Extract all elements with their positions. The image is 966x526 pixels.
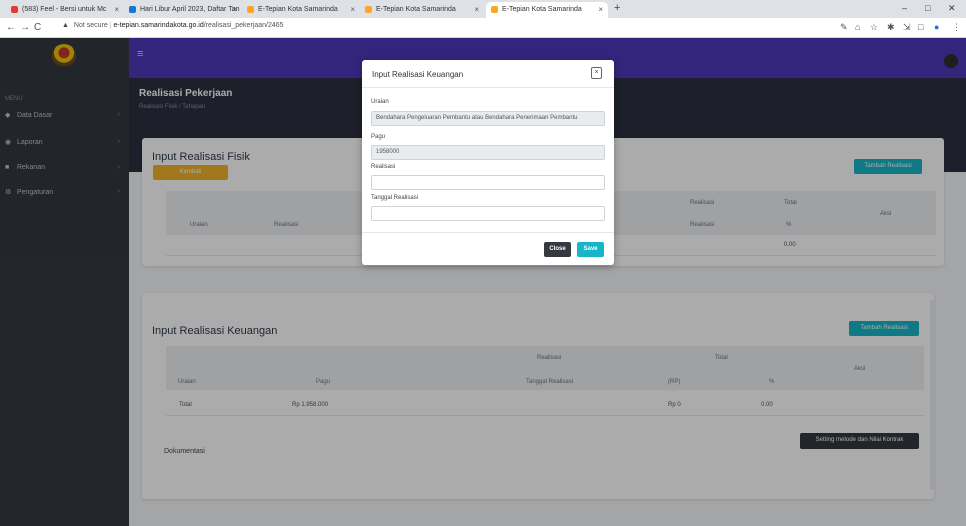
media-icon[interactable]: ⇲ [903, 22, 911, 33]
forward-icon[interactable]: → [20, 22, 30, 33]
profile-icon[interactable]: ● [934, 22, 939, 32]
tab-label: Hari Libur April 2023, Daftar Tan [140, 6, 240, 13]
back-icon[interactable]: ← [6, 22, 16, 33]
tab-label: E-Tepian Kota Samarinda [502, 6, 582, 13]
etepian-favicon-icon [247, 6, 254, 13]
realisasi-input[interactable] [371, 175, 605, 190]
split-view-icon[interactable]: □ [918, 22, 923, 32]
tab-close-icon[interactable]: × [474, 5, 479, 14]
save-button[interactable]: Save [577, 242, 604, 257]
extension-icon[interactable]: ✱ [887, 22, 895, 33]
tab-close-icon[interactable]: × [232, 5, 237, 14]
browser-tab[interactable]: E-Tepian Kota Samarinda × [242, 2, 360, 18]
modal-title: Input Realisasi Keuangan [372, 70, 464, 79]
url-host: e-tepian.samarindakota.go.id [113, 22, 204, 29]
youtube-favicon-icon [11, 6, 18, 13]
modal-header-divider [362, 87, 614, 88]
maximize-icon[interactable]: □ [925, 3, 930, 13]
realisasi-label: Realisasi [371, 164, 396, 170]
warning-icon: ▲ [62, 22, 69, 29]
new-tab-icon[interactable]: + [614, 2, 620, 14]
bookmark-star-icon[interactable]: ☆ [870, 22, 878, 33]
uraian-field[interactable]: Bendahara Pengeluaran Pembantu atau Bend… [371, 111, 605, 126]
url-field[interactable]: ▲ Not secure | e-tepian.samarindakota.go… [62, 22, 284, 29]
browser-tab-active[interactable]: E-Tepian Kota Samarinda × [486, 2, 608, 18]
input-realisasi-keuangan-modal: Input Realisasi Keuangan × Uraian Bendah… [362, 60, 614, 265]
pagu-label: Pagu [371, 134, 386, 140]
address-bar: ← → C ▲ Not secure | e-tepian.samarindak… [0, 18, 966, 38]
modal-close-icon[interactable]: × [591, 67, 602, 79]
tab-label: E-Tepian Kota Samarinda [258, 6, 338, 13]
tab-close-icon[interactable]: × [350, 5, 355, 14]
tanggal-realisasi-label: Tanggal Realisasi [371, 195, 419, 201]
more-menu-icon[interactable]: ⋮ [952, 22, 961, 33]
site-favicon-icon [129, 6, 136, 13]
etepian-favicon-icon [491, 6, 498, 13]
browser-tab[interactable]: (583) Feel - Bersi untuk Mc × [6, 2, 124, 18]
edit-icon[interactable]: ✎ [840, 22, 848, 33]
tab-label: E-Tepian Kota Samarinda [376, 6, 456, 13]
url-path: /realisasi_pekerjaan/2465 [203, 22, 284, 29]
uraian-label: Uraian [371, 99, 389, 105]
tanggal-realisasi-input[interactable] [371, 206, 605, 221]
home-icon[interactable]: ⌂ [855, 22, 860, 32]
window-close-icon[interactable]: ✕ [948, 3, 956, 14]
etepian-favicon-icon [365, 6, 372, 13]
security-label: Not secure [73, 22, 108, 29]
modal-footer-divider [362, 232, 614, 233]
browser-tab[interactable]: Hari Libur April 2023, Daftar Tan × [124, 2, 242, 18]
minimize-icon[interactable]: – [902, 3, 907, 13]
tab-label: (583) Feel - Bersi untuk Mc [22, 6, 107, 13]
tab-close-icon[interactable]: × [598, 5, 603, 14]
tab-close-icon[interactable]: × [114, 5, 119, 14]
reload-icon[interactable]: C [34, 22, 41, 33]
close-button[interactable]: Close [544, 242, 571, 257]
browser-tab[interactable]: E-Tepian Kota Samarinda × [360, 2, 484, 18]
pagu-field[interactable]: 1958000 [371, 145, 605, 160]
browser-tab-bar: (583) Feel - Bersi untuk Mc × Hari Libur… [0, 0, 966, 18]
